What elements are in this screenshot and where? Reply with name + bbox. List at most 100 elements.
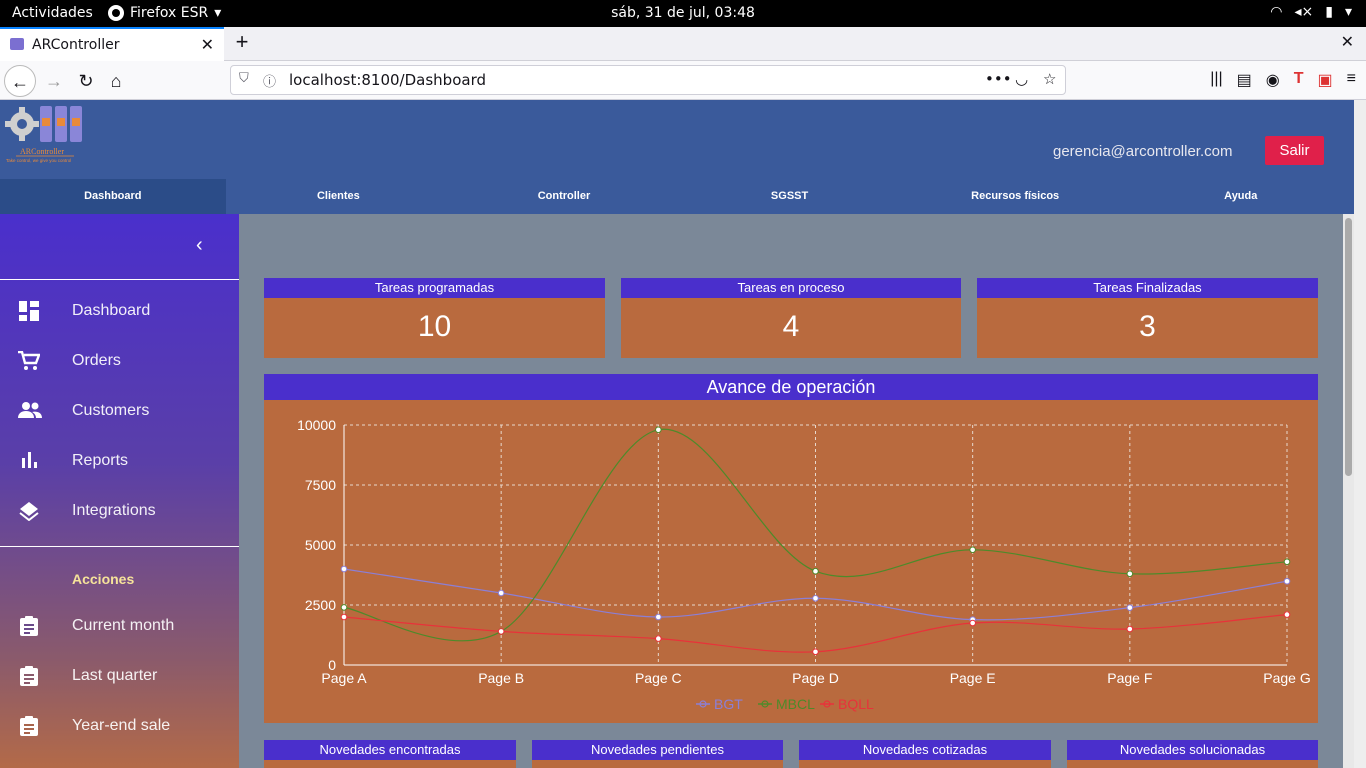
sidebar-item-integrations[interactable]: Integrations (0, 493, 239, 533)
toolbar-right: ||| ▤ ◉ T ▣ ≡ (1210, 70, 1356, 90)
chevron-down-icon: ▾ (1344, 4, 1352, 20)
sidebar-item-last-quarter[interactable]: Last quarter (0, 658, 239, 698)
stat-card-value: 10 (417, 310, 452, 343)
sidebar-item-current-month[interactable]: Current month (0, 608, 239, 648)
nav-tab-clientes[interactable]: Clientes (226, 179, 452, 214)
sidebar: ‹ Dashboard Orders Customers Reports Int… (0, 214, 239, 768)
pocket-icon[interactable]: ◡ (1015, 70, 1028, 88)
browser-tab-bar: ARController ✕ + ✕ (0, 27, 1366, 61)
reload-button[interactable]: ↻ (70, 65, 102, 97)
novedades-card-title: Novedades solucionadas (1067, 740, 1318, 760)
wifi-icon: ◠ (1270, 4, 1283, 20)
x-tick-label: Page A (321, 670, 367, 686)
series-line-bqll (343, 614, 1288, 653)
page-scrollbar[interactable] (1354, 100, 1366, 768)
stat-card-title: Tareas en proceso (621, 278, 961, 298)
sidebar-item-label: Dashboard (72, 302, 151, 319)
nav-tab-controller[interactable]: Controller (451, 179, 677, 214)
stat-card-finalizadas: Tareas Finalizadas 3 (977, 278, 1318, 358)
sidebar-action-label: Last quarter (72, 667, 158, 684)
y-tick-label: 2500 (305, 597, 336, 613)
collapse-sidebar-button[interactable]: ‹ (196, 234, 203, 257)
sidebar-divider (0, 546, 239, 547)
data-point-bgt (1126, 604, 1134, 611)
scrollbar-thumb[interactable] (1345, 218, 1352, 476)
chart-title: Avance de operación (264, 374, 1318, 400)
data-point-bqll (655, 635, 662, 642)
x-tick-label: Page C (635, 670, 682, 686)
home-button[interactable]: ⌂ (100, 65, 132, 97)
x-tick-label: Page B (478, 670, 524, 686)
system-tray[interactable]: ◠ ◂× ▮ ▾ (1270, 4, 1352, 20)
logout-button[interactable]: Salir (1265, 136, 1324, 165)
legend-label: BQLL (838, 696, 874, 712)
stat-card-title: Tareas Finalizadas (977, 278, 1318, 298)
clipboard-icon (18, 716, 40, 738)
close-tab-icon[interactable]: ✕ (201, 35, 214, 54)
nav-tab-dashboard[interactable]: Dashboard (0, 179, 226, 214)
browser-navigation-bar: ← → ↻ ⌂ ⛉ ⓘ localhost:8100/Dashboard •••… (0, 61, 1366, 100)
sidebar-divider (0, 279, 239, 280)
data-point-bqll (497, 628, 505, 635)
new-tab-button[interactable]: + (230, 29, 254, 57)
legend-label: BGT (714, 696, 743, 712)
sidebar-section-title: Acciones (72, 571, 135, 587)
y-tick-label: 10000 (297, 417, 336, 433)
nav-tab-sgsst[interactable]: SGSST (677, 179, 903, 214)
app-menu-label: Firefox ESR (130, 5, 209, 21)
layers-icon (18, 501, 40, 523)
novedades-card-cotizadas: Novedades cotizadas (799, 740, 1051, 768)
data-point-bgt (1283, 577, 1291, 585)
novedades-card-title: Novedades cotizadas (799, 740, 1051, 760)
activities-button[interactable]: Actividades (12, 5, 93, 21)
chevron-down-icon: ▾ (214, 5, 222, 21)
sidebar-item-label: Reports (72, 452, 129, 469)
bookmark-star-icon[interactable]: ☆ (1043, 70, 1056, 88)
forward-button[interactable]: → (38, 65, 70, 97)
reader-sidebar-icon[interactable]: ▤ (1237, 70, 1252, 90)
shield-icon[interactable]: ⛉ (239, 71, 249, 86)
system-top-bar: Actividades Firefox ESR ▾ sáb, 31 de jul… (0, 0, 1366, 27)
extension-red-icon[interactable]: ▣ (1318, 70, 1333, 90)
extension-icon[interactable]: ◉ (1266, 70, 1280, 90)
x-tick-label: Page E (950, 670, 996, 686)
browser-tab[interactable]: ARController ✕ (0, 27, 224, 61)
app-logo[interactable]: ARController Take control, we give you c… (4, 104, 86, 166)
clipboard-icon (18, 666, 40, 688)
x-tick-label: Page D (792, 670, 839, 686)
info-icon[interactable]: ⓘ (263, 71, 276, 90)
data-point-mbcl (969, 546, 976, 554)
sidebar-item-reports[interactable]: Reports (0, 443, 239, 483)
people-icon (18, 401, 42, 423)
nav-tab-ayuda[interactable]: Ayuda (1128, 179, 1354, 214)
sidebar-item-year-end-sale[interactable]: Year-end sale (0, 708, 239, 748)
stat-card-value: 3 (1139, 310, 1156, 343)
data-point-bqll (1126, 625, 1134, 633)
nav-tab-recursos-fisicos[interactable]: Recursos físicos (902, 179, 1128, 214)
sidebar-item-label: Customers (72, 402, 150, 419)
data-point-mbcl (655, 426, 662, 434)
sidebar-item-customers[interactable]: Customers (0, 393, 239, 433)
close-window-icon[interactable]: ✕ (1341, 32, 1354, 52)
back-button[interactable]: ← (4, 65, 36, 97)
content-scrollbar[interactable] (1343, 214, 1354, 768)
sidebar-item-dashboard[interactable]: Dashboard (0, 293, 239, 333)
data-point-bgt (655, 613, 662, 621)
data-point-mbcl (340, 604, 348, 611)
top-navigation: Dashboard Clientes Controller SGSST Recu… (0, 179, 1354, 214)
user-email: gerencia@arcontroller.com (1053, 143, 1233, 160)
library-icon[interactable]: ||| (1210, 70, 1222, 90)
logo-text: ARController (20, 147, 64, 156)
address-bar[interactable]: ⛉ ⓘ localhost:8100/Dashboard ••• ◡ ☆ (230, 65, 1066, 95)
data-point-bqll (1283, 611, 1291, 618)
stat-card-programadas: Tareas programadas 10 (264, 278, 605, 358)
sidebar-item-orders[interactable]: Orders (0, 343, 239, 383)
x-tick-label: Page G (1263, 670, 1310, 686)
page-actions-icon[interactable]: ••• (985, 70, 1012, 88)
url-text[interactable]: localhost:8100/Dashboard (289, 71, 486, 89)
data-point-mbcl (1283, 558, 1291, 566)
volume-icon: ◂× (1294, 4, 1314, 20)
extension-t-icon[interactable]: T (1294, 70, 1304, 90)
app-menu[interactable]: Firefox ESR ▾ (108, 5, 221, 21)
menu-icon[interactable]: ≡ (1347, 70, 1356, 90)
